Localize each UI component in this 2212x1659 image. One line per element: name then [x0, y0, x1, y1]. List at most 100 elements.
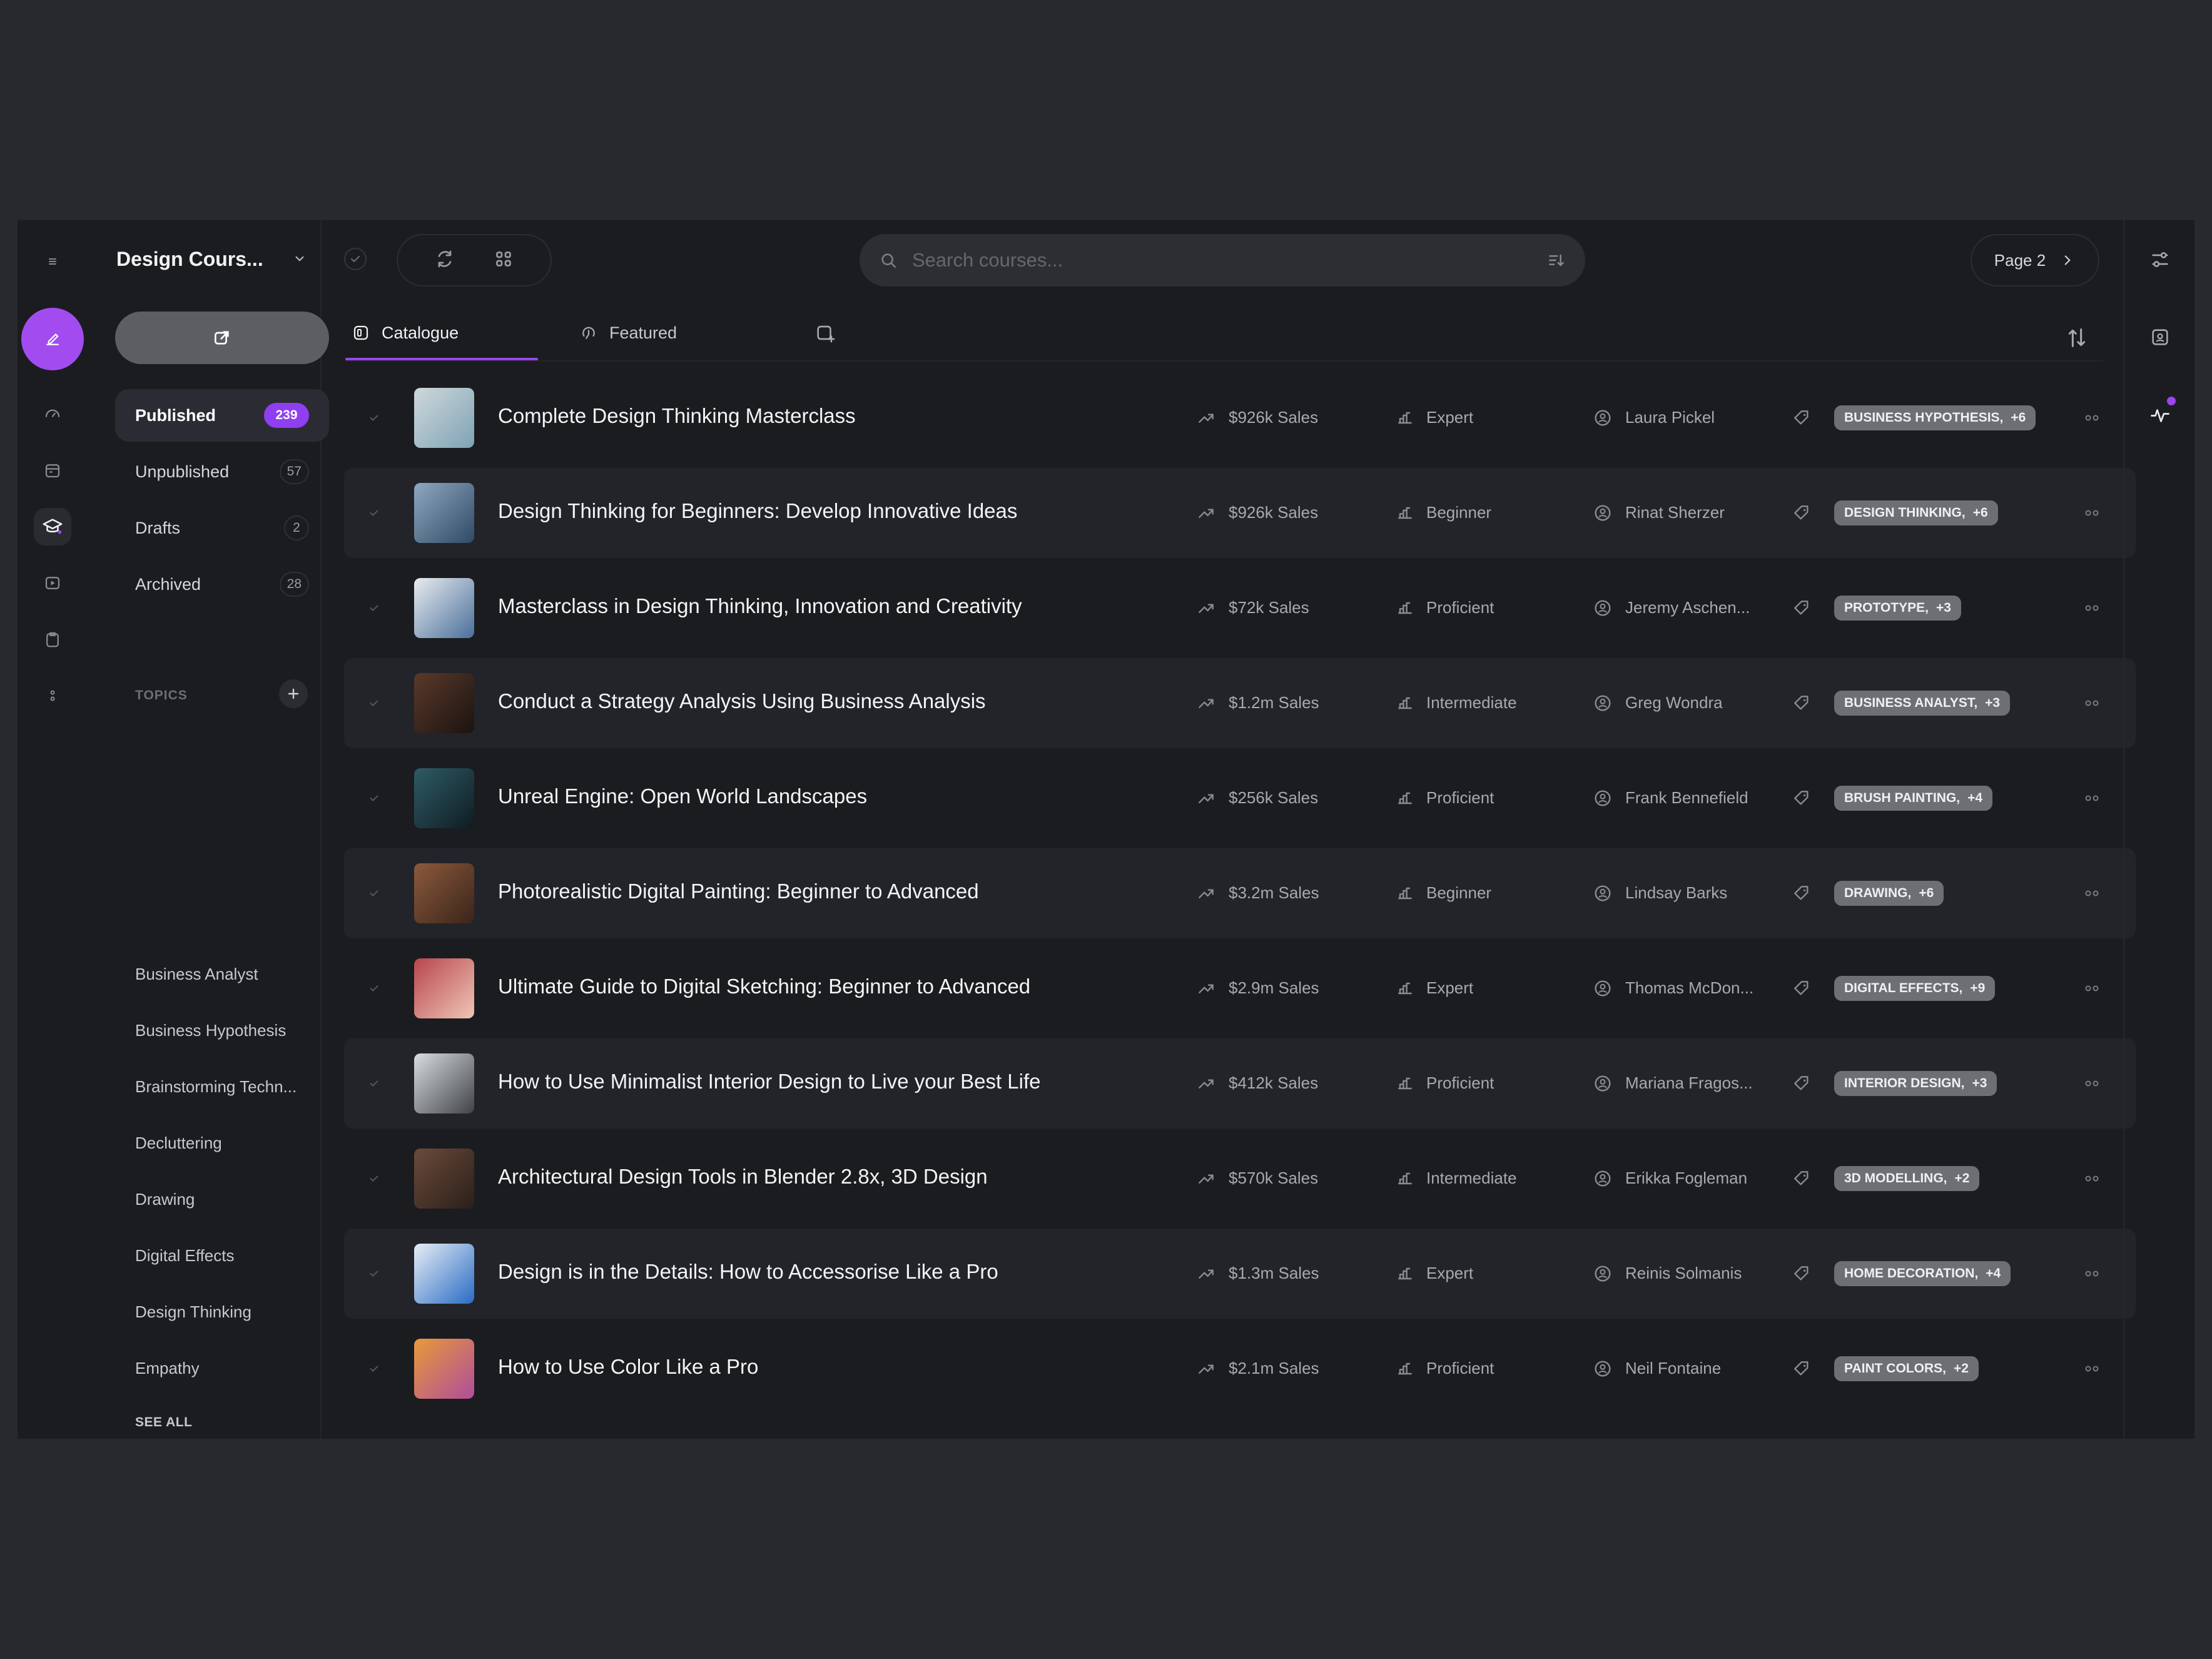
filter-sort-icon[interactable]: [1546, 250, 1566, 270]
course-title[interactable]: Masterclass in Design Thinking, Innovati…: [498, 594, 1022, 618]
more-options-icon[interactable]: [2082, 886, 2102, 904]
table-row[interactable]: Ultimate Guide to Digital Sketching: Beg…: [344, 943, 2136, 1033]
table-row[interactable]: How to Use Color Like a Pro $2.1m Sales Pr…: [344, 1324, 2136, 1414]
more-options-icon[interactable]: [2082, 1361, 2102, 1379]
course-title[interactable]: Unreal Engine: Open World Landscapes: [498, 784, 867, 808]
nav-unpublished[interactable]: Unpublished 57: [115, 445, 329, 498]
workspace-title[interactable]: Design Cours...: [116, 248, 263, 271]
table-row[interactable]: Unreal Engine: Open World Landscapes $256…: [344, 753, 2136, 843]
topic-item[interactable]: Business Analyst: [135, 965, 258, 984]
more-options-icon[interactable]: [2082, 1171, 2102, 1189]
row-checkbox[interactable]: [363, 407, 385, 432]
row-checkbox[interactable]: [363, 502, 385, 527]
author-name[interactable]: Reinis Solmanis: [1625, 1264, 1757, 1283]
contact-card-icon[interactable]: [2144, 322, 2176, 353]
row-checkbox[interactable]: [363, 1357, 385, 1383]
tag-badge[interactable]: DIGITAL EFFECTS, +9: [1834, 976, 1996, 1001]
row-checkbox[interactable]: [363, 597, 385, 622]
more-options-icon[interactable]: [2082, 505, 2102, 524]
row-checkbox[interactable]: [363, 1072, 385, 1098]
course-title[interactable]: Design is in the Details: How to Accesso…: [498, 1260, 998, 1284]
topic-item[interactable]: Brainstorming Techn...: [135, 1077, 297, 1097]
table-row[interactable]: Architectural Design Tools in Blender 2.…: [344, 1134, 2136, 1224]
row-checkbox[interactable]: [363, 692, 385, 718]
author-name[interactable]: Jeremy Aschen...: [1625, 598, 1757, 617]
courses-icon[interactable]: [34, 508, 71, 545]
tag-badge[interactable]: BUSINESS ANALYST, +3: [1834, 691, 2011, 716]
see-all-link[interactable]: SEE ALL: [135, 1415, 192, 1430]
sort-icon[interactable]: [2064, 325, 2089, 353]
row-checkbox[interactable]: [363, 1262, 385, 1288]
more-options-icon[interactable]: [2082, 981, 2102, 999]
author-name[interactable]: Mariana Fragos...: [1625, 1073, 1757, 1093]
course-title[interactable]: Design Thinking for Beginners: Develop I…: [498, 499, 1017, 523]
calendar-icon[interactable]: [34, 452, 71, 489]
topic-item[interactable]: Design Thinking: [135, 1302, 251, 1322]
add-tab-button[interactable]: [814, 305, 836, 360]
table-row[interactable]: Masterclass in Design Thinking, Innovati…: [344, 563, 2136, 653]
topic-item[interactable]: Drawing: [135, 1190, 195, 1209]
topic-item[interactable]: Empathy: [135, 1359, 200, 1378]
more-vertical-icon[interactable]: [34, 677, 71, 714]
search-input[interactable]: Search courses...: [912, 249, 1546, 271]
topic-item[interactable]: Business Hypothesis: [135, 1021, 286, 1040]
tag-badge[interactable]: BUSINESS HYPOTHESIS, +6: [1834, 405, 2036, 430]
nav-published[interactable]: Published 239: [115, 389, 329, 442]
author-name[interactable]: Erikka Fogleman: [1625, 1169, 1757, 1188]
row-checkbox[interactable]: [363, 977, 385, 1003]
nav-archived[interactable]: Archived 28: [115, 558, 329, 611]
course-title[interactable]: Complete Design Thinking Masterclass: [498, 404, 856, 428]
more-options-icon[interactable]: [2082, 601, 2102, 619]
open-external-button[interactable]: [115, 312, 329, 364]
author-name[interactable]: Thomas McDon...: [1625, 978, 1757, 998]
search-bar[interactable]: Search courses...: [860, 234, 1585, 287]
more-options-icon[interactable]: [2082, 696, 2102, 714]
more-options-icon[interactable]: [2082, 410, 2102, 429]
table-row[interactable]: How to Use Minimalist Interior Design to…: [344, 1038, 2136, 1129]
course-title[interactable]: Ultimate Guide to Digital Sketching: Beg…: [498, 975, 1030, 998]
author-name[interactable]: Laura Pickel: [1625, 408, 1757, 427]
refresh-icon[interactable]: [434, 248, 456, 273]
tag-badge[interactable]: DRAWING, +6: [1834, 881, 1944, 906]
tag-badge[interactable]: 3D MODELLING, +2: [1834, 1166, 1980, 1191]
row-checkbox[interactable]: [363, 787, 385, 813]
more-options-icon[interactable]: [2082, 1266, 2102, 1284]
nav-drafts[interactable]: Drafts 2: [115, 502, 329, 554]
add-topic-button[interactable]: [279, 679, 308, 708]
chevron-down-icon[interactable]: [292, 250, 308, 270]
dashboard-icon[interactable]: [34, 395, 71, 433]
video-icon[interactable]: [34, 564, 71, 602]
tag-badge[interactable]: HOME DECORATION, +4: [1834, 1261, 2011, 1286]
table-row[interactable]: Design is in the Details: How to Accesso…: [344, 1229, 2136, 1319]
author-name[interactable]: Lindsay Barks: [1625, 883, 1757, 903]
menu-icon[interactable]: [34, 243, 71, 280]
table-row[interactable]: Conduct a Strategy Analysis Using Busine…: [344, 658, 2136, 748]
tab-catalogue[interactable]: Catalogue: [345, 305, 538, 360]
author-name[interactable]: Rinat Sherzer: [1625, 503, 1757, 522]
tag-badge[interactable]: PROTOTYPE, +3: [1834, 596, 1961, 621]
compose-button[interactable]: [21, 308, 84, 370]
tag-badge[interactable]: BRUSH PAINTING, +4: [1834, 786, 1993, 811]
author-name[interactable]: Frank Bennefield: [1625, 788, 1757, 808]
course-title[interactable]: Architectural Design Tools in Blender 2.…: [498, 1165, 988, 1189]
table-row[interactable]: Complete Design Thinking Masterclass $926…: [344, 373, 2136, 463]
tag-badge[interactable]: DESIGN THINKING, +6: [1834, 500, 1998, 525]
tag-badge[interactable]: PAINT COLORS, +2: [1834, 1356, 1979, 1381]
grid-view-icon[interactable]: [492, 248, 515, 273]
select-all-checkbox[interactable]: [343, 246, 368, 275]
topic-item[interactable]: Decluttering: [135, 1134, 222, 1153]
pagination-button[interactable]: Page 2: [1971, 234, 2099, 287]
course-title[interactable]: Conduct a Strategy Analysis Using Busine…: [498, 689, 986, 713]
author-name[interactable]: Neil Fontaine: [1625, 1359, 1757, 1378]
settings-sliders-icon[interactable]: [2144, 244, 2176, 275]
more-options-icon[interactable]: [2082, 791, 2102, 809]
course-title[interactable]: How to Use Color Like a Pro: [498, 1355, 758, 1379]
course-title[interactable]: Photorealistic Digital Painting: Beginne…: [498, 880, 979, 903]
tag-badge[interactable]: INTERIOR DESIGN, +3: [1834, 1071, 1997, 1096]
table-row[interactable]: Photorealistic Digital Painting: Beginne…: [344, 848, 2136, 938]
topic-item[interactable]: Digital Effects: [135, 1246, 234, 1266]
clipboard-icon[interactable]: [34, 621, 71, 658]
author-name[interactable]: Greg Wondra: [1625, 693, 1757, 713]
tab-featured[interactable]: Featured: [579, 305, 677, 360]
course-title[interactable]: How to Use Minimalist Interior Design to…: [498, 1070, 1041, 1093]
